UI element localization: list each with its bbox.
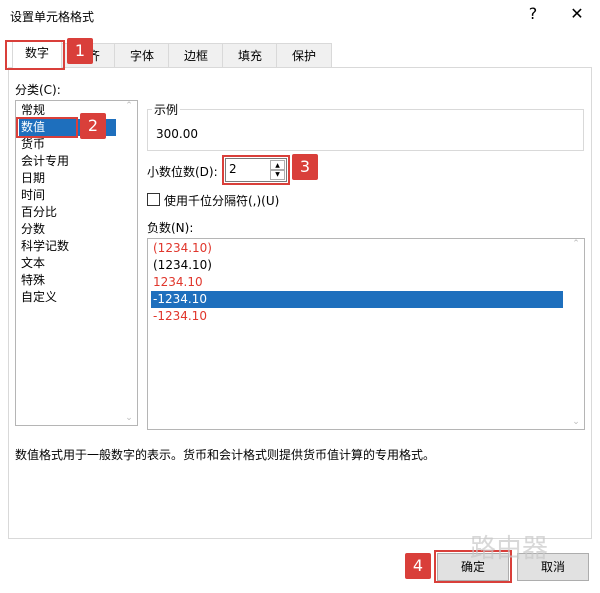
decimal-label: 小数位数(D): (147, 165, 218, 179)
category-label: 分类(C): (15, 83, 61, 97)
tab-border[interactable]: 边框 (168, 43, 224, 68)
help-button[interactable]: ? (518, 4, 548, 23)
negative-item[interactable]: (1234.10) (151, 240, 563, 257)
category-list[interactable]: 常规 数值 货币 会计专用 日期 时间 百分比 分数 科学记数 文本 特殊 自定… (15, 100, 138, 426)
category-item[interactable]: 百分比 (19, 204, 57, 221)
tab-fill[interactable]: 填充 (222, 43, 278, 68)
sample-group: 示例 300.00 (147, 101, 584, 151)
category-item[interactable]: 特殊 (19, 272, 45, 289)
category-item[interactable]: 科学记数 (19, 238, 69, 255)
close-button[interactable]: ✕ (562, 4, 592, 23)
thousands-checkbox[interactable] (147, 193, 160, 206)
category-item[interactable]: 文本 (19, 255, 45, 272)
scrollbar[interactable]: ⌃ ⌄ (568, 239, 584, 429)
dialog-title: 设置单元格格式 (10, 10, 95, 24)
category-item[interactable]: 分数 (19, 221, 45, 238)
tab-protection[interactable]: 保护 (276, 43, 332, 68)
negative-item[interactable]: -1234.10 (151, 308, 563, 325)
scrollbar[interactable]: ⌃ ⌄ (121, 101, 137, 425)
negative-item[interactable]: 1234.10 (151, 274, 563, 291)
thousands-label: 使用千位分隔符(,)(U) (164, 194, 280, 208)
step-badge: 4 (405, 553, 431, 579)
category-item[interactable]: 会计专用 (19, 153, 69, 170)
step-badge: 2 (80, 113, 106, 139)
sample-label: 示例 (152, 101, 181, 118)
watermark: 路由器 (470, 534, 549, 564)
highlight-box (5, 40, 65, 70)
highlight-box (16, 117, 78, 138)
tab-font[interactable]: 字体 (114, 43, 170, 68)
negative-item[interactable]: -1234.10 (151, 291, 563, 308)
format-description: 数值格式用于一般数字的表示。货币和会计格式则提供货币值计算的专用格式。 (15, 448, 436, 462)
step-badge: 3 (292, 154, 318, 180)
negative-label: 负数(N): (147, 221, 194, 235)
negative-item[interactable]: (1234.10) (151, 257, 563, 274)
sample-value: 300.00 (156, 127, 198, 141)
negative-list[interactable]: (1234.10) (1234.10) 1234.10 -1234.10 -12… (147, 238, 585, 430)
category-item[interactable]: 自定义 (19, 289, 57, 306)
step-badge: 1 (67, 38, 93, 64)
highlight-box (222, 155, 290, 185)
category-item[interactable]: 日期 (19, 170, 45, 187)
category-item[interactable]: 时间 (19, 187, 45, 204)
category-item[interactable]: 货币 (19, 136, 45, 153)
